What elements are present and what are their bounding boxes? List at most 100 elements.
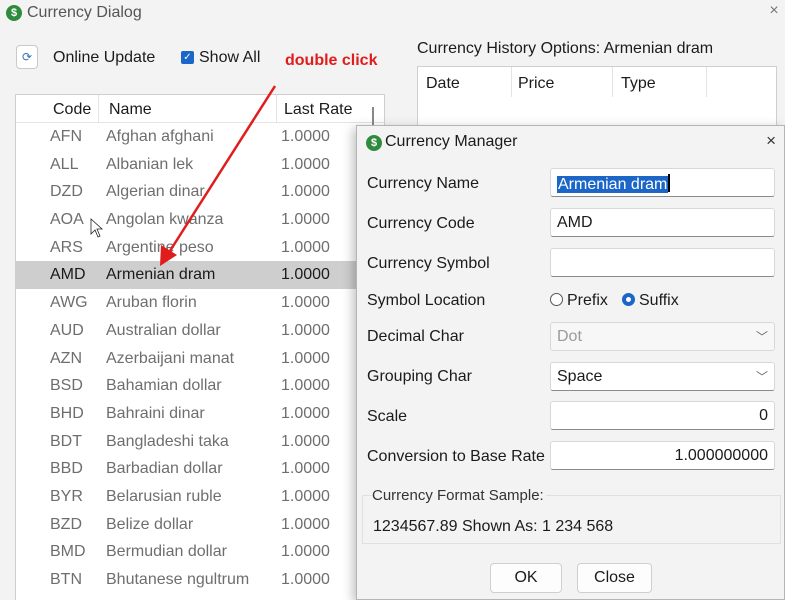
- cell-last-rate: 1.0000: [281, 321, 330, 339]
- cell-last-rate: 1.0000: [281, 349, 330, 367]
- currency-name-field[interactable]: Armenian dram: [550, 168, 775, 197]
- prefix-radio[interactable]: [550, 293, 563, 306]
- cell-last-rate: 1.0000: [281, 211, 330, 229]
- scale-label: Scale: [367, 408, 408, 425]
- currency-symbol-label: Currency Symbol: [367, 255, 490, 272]
- column-divider: [706, 67, 707, 97]
- chevron-down-icon: ﹀: [755, 330, 768, 344]
- list-header: Code Name Last Rate: [16, 95, 384, 125]
- grouping-char-select[interactable]: Space ﹀: [550, 362, 775, 391]
- cell-last-rate: 1.0000: [281, 155, 330, 173]
- prefix-label[interactable]: Prefix: [567, 292, 608, 310]
- grouping-char-value: Space: [557, 368, 603, 385]
- cell-name: Bermudian dollar: [106, 543, 227, 561]
- cell-last-rate: 1.0000: [281, 183, 330, 201]
- window-close-button[interactable]: ×: [765, 2, 783, 20]
- history-column-type[interactable]: Type: [621, 75, 656, 93]
- cell-name: Australian dollar: [106, 321, 221, 339]
- text-caret: [668, 174, 671, 192]
- cell-last-rate: 1.0000: [281, 515, 330, 533]
- cell-name: Aruban florin: [106, 294, 197, 312]
- cell-code: AOA: [50, 211, 84, 229]
- close-button[interactable]: Close: [577, 563, 652, 593]
- cell-code: BDT: [50, 432, 82, 450]
- table-row[interactable]: BBD Barbadian dollar 1.0000: [16, 455, 384, 483]
- column-header-code[interactable]: Code: [53, 101, 91, 119]
- table-row[interactable]: AMD Armenian dram 1.0000: [16, 261, 384, 290]
- table-row[interactable]: BHD Bahraini dinar 1.0000: [16, 400, 384, 428]
- table-row[interactable]: AZN Azerbaijani manat 1.0000: [16, 345, 384, 373]
- cell-code: BBD: [50, 460, 83, 478]
- table-row[interactable]: BTN Bhutanese ngultrum 1.0000: [16, 566, 384, 594]
- suffix-label[interactable]: Suffix: [639, 292, 679, 310]
- cell-name: Algerian dinar: [106, 183, 205, 201]
- currency-name-label: Currency Name: [367, 175, 480, 192]
- table-row[interactable]: BZD Belize dollar 1.0000: [16, 511, 384, 539]
- table-row[interactable]: DZD Algerian dinar 1.0000: [16, 178, 384, 206]
- online-update-icon[interactable]: ⟳: [16, 45, 38, 69]
- cell-name: Bangladeshi taka: [106, 432, 229, 450]
- table-row[interactable]: BSD Bahamian dollar 1.0000: [16, 372, 384, 400]
- currency-code-field[interactable]: AMD: [550, 208, 775, 237]
- table-row[interactable]: AWG Aruban florin 1.0000: [16, 289, 384, 317]
- list-rows: AFN Afghan afghani 1.0000 ALL Albanian lek 1.…: [16, 123, 384, 594]
- column-divider: [612, 67, 613, 97]
- column-header-name[interactable]: Name: [109, 101, 152, 119]
- window-titlebar: $ Currency Dialog ×: [0, 0, 785, 28]
- table-row[interactable]: AUD Australian dollar 1.0000: [16, 317, 384, 345]
- currency-list[interactable]: Code Name Last Rate AFN Afghan afghani 1.0…: [15, 94, 385, 600]
- ok-button[interactable]: OK: [490, 563, 562, 593]
- cell-code: BSD: [50, 377, 83, 395]
- window-title: Currency Dialog: [27, 4, 142, 21]
- dialog-close-button[interactable]: ×: [766, 131, 776, 151]
- cell-name: Armenian dram: [106, 266, 216, 284]
- table-row[interactable]: ALL Albanian lek 1.0000: [16, 151, 384, 179]
- table-row[interactable]: AOA Angolan kwanza 1.0000: [16, 206, 384, 234]
- column-header-last-rate[interactable]: Last Rate: [284, 101, 352, 119]
- format-sample-group: Currency Format Sample: 1234567.89 Shown…: [362, 487, 781, 544]
- dialog-title: Currency Manager: [385, 133, 518, 150]
- cell-name: Albanian lek: [106, 155, 194, 173]
- cell-code: AWG: [50, 294, 88, 312]
- decimal-char-select[interactable]: Dot ﹀: [550, 322, 775, 351]
- cell-code: DZD: [50, 183, 83, 201]
- cell-code: BHD: [50, 404, 84, 422]
- cell-name: Belize dollar: [106, 515, 194, 533]
- show-all-checkbox[interactable]: ✓: [181, 51, 194, 64]
- conversion-rate-field[interactable]: 1.000000000: [550, 441, 775, 470]
- table-row[interactable]: ARS Argentine peso 1.0000: [16, 234, 384, 262]
- cell-last-rate: 1.0000: [281, 543, 330, 561]
- scale-field[interactable]: 0: [550, 401, 775, 430]
- cell-code: ARS: [50, 238, 83, 256]
- show-all-label[interactable]: Show All: [199, 49, 260, 67]
- annotation-label: double click: [285, 52, 378, 69]
- currency-code-label: Currency Code: [367, 215, 475, 232]
- cell-code: BZD: [50, 515, 82, 533]
- cell-name: Afghan afghani: [106, 128, 214, 145]
- cell-last-rate: 1.0000: [281, 571, 330, 588]
- cell-name: Azerbaijani manat: [106, 349, 235, 367]
- cell-code: BMD: [50, 543, 86, 561]
- cell-last-rate: 1.0000: [281, 266, 330, 284]
- history-title: Currency History Options: Armenian dram: [417, 40, 714, 57]
- currency-manager-dialog: $ Currency Manager × Currency Name Armen…: [356, 125, 785, 600]
- column-divider: [276, 95, 277, 123]
- cell-name: Angolan kwanza: [106, 211, 224, 229]
- format-sample-title: Currency Format Sample:: [372, 487, 546, 504]
- history-column-price[interactable]: Price: [518, 75, 554, 93]
- suffix-radio[interactable]: [622, 293, 635, 306]
- format-sample-text: 1234567.89 Shown As: 1 234 568: [373, 518, 614, 535]
- table-row[interactable]: BYR Belarusian ruble 1.0000: [16, 483, 384, 511]
- table-row[interactable]: BMD Bermudian dollar 1.0000: [16, 538, 384, 566]
- table-row[interactable]: BDT Bangladeshi taka 1.0000: [16, 428, 384, 456]
- cell-name: Belarusian ruble: [106, 487, 222, 505]
- dollar-coin-icon: $: [6, 5, 22, 21]
- online-update-button[interactable]: Online Update: [53, 49, 155, 67]
- cell-name: Argentine peso: [106, 238, 214, 256]
- cell-last-rate: 1.0000: [281, 487, 330, 505]
- dollar-coin-icon: $: [366, 135, 382, 151]
- cell-name: Barbadian dollar: [106, 460, 223, 478]
- currency-symbol-field[interactable]: [550, 248, 775, 277]
- table-row[interactable]: AFN Afghan afghani 1.0000: [16, 123, 384, 151]
- history-column-date[interactable]: Date: [426, 75, 460, 93]
